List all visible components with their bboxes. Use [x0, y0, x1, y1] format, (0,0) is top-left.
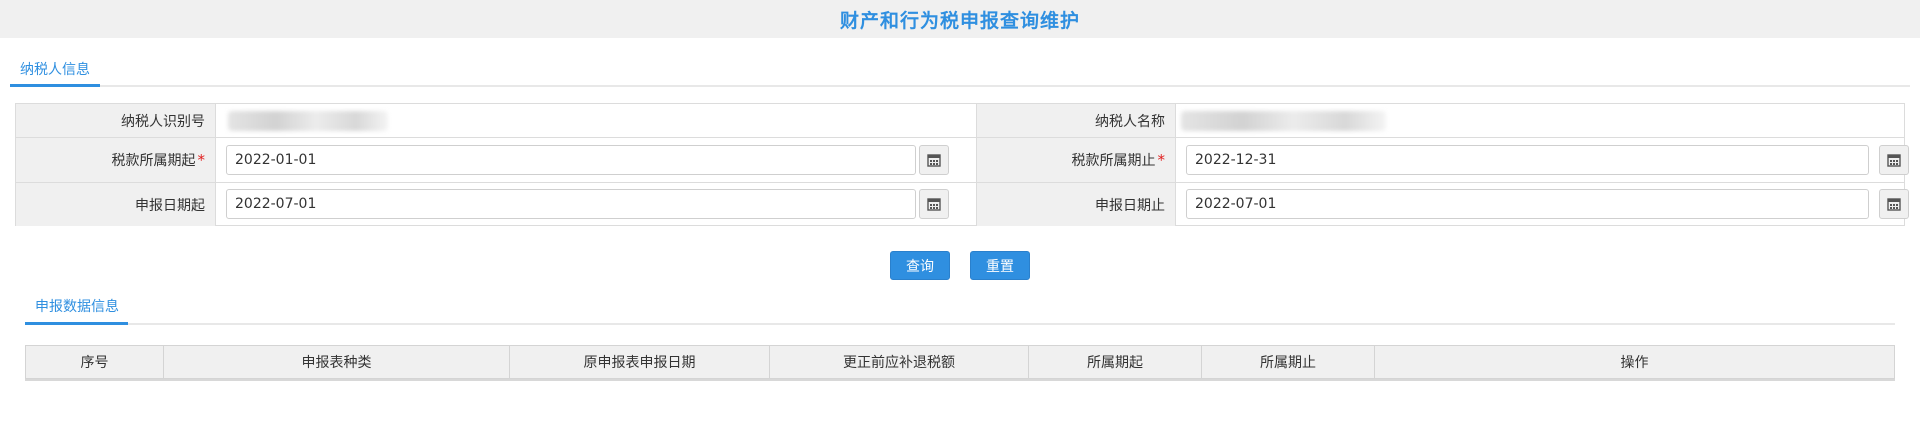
query-button[interactable]: 查询 — [890, 251, 950, 280]
required-mark: * — [1157, 151, 1166, 169]
form-row-period: 税款所属期起* 税款所属期止* — [16, 138, 1909, 183]
page-title: 财产和行为税申报查询维护 — [839, 9, 1080, 32]
calendar-icon — [1887, 154, 1901, 167]
declare-start-input[interactable] — [226, 189, 916, 219]
taxpayer-name-label: 纳税人名称 — [976, 104, 1176, 137]
period-end-calendar-button[interactable] — [1879, 145, 1909, 175]
required-mark: * — [197, 151, 206, 169]
column-header-pre-correction-amount[interactable]: 更正前应补退税额 — [770, 346, 1029, 378]
declare-end-input[interactable] — [1186, 189, 1869, 219]
form-row-taxpayer: 纳税人识别号 纳税人名称 — [16, 104, 1904, 138]
tab-active-indicator — [10, 84, 100, 87]
declare-data-table-header: 序号 申报表种类 原申报表申报日期 更正前应补退税额 所属期起 所属期止 操作 — [25, 345, 1895, 379]
column-header-period-end[interactable]: 所属期止 — [1202, 346, 1375, 378]
declare-end-label: 申报日期止 — [976, 183, 1176, 226]
calendar-icon — [1887, 198, 1901, 211]
declare-end-calendar-button[interactable] — [1879, 189, 1909, 219]
declare-start-label: 申报日期起 — [16, 183, 216, 226]
calendar-icon — [927, 154, 941, 167]
redacted-taxpayer-id — [228, 111, 388, 131]
tab-active-indicator — [25, 322, 128, 325]
declare-start-calendar-button[interactable] — [919, 189, 949, 219]
section-divider — [10, 85, 1910, 87]
calendar-icon — [927, 198, 941, 211]
period-start-input[interactable] — [226, 145, 916, 175]
reset-button[interactable]: 重置 — [970, 251, 1030, 280]
section-divider — [25, 323, 1895, 325]
query-form: 纳税人识别号 纳税人名称 税款所属期起* 税款所属期止* — [15, 103, 1909, 226]
taxpayer-id-label: 纳税人识别号 — [16, 104, 216, 137]
column-header-original-date[interactable]: 原申报表申报日期 — [510, 346, 770, 378]
tab-taxpayer-info[interactable]: 纳税人信息 — [20, 59, 90, 79]
tab-declare-data[interactable]: 申报数据信息 — [35, 296, 119, 316]
taxpayer-name-value — [1176, 104, 1904, 137]
page-title-bar: 财产和行为税申报查询维护 — [0, 0, 1920, 38]
column-header-form-type[interactable]: 申报表种类 — [164, 346, 510, 378]
column-header-index[interactable]: 序号 — [26, 346, 164, 378]
form-row-declare-date: 申报日期起 申报日期止 — [16, 183, 1909, 226]
column-header-period-start[interactable]: 所属期起 — [1029, 346, 1202, 378]
redacted-taxpayer-name — [1181, 111, 1386, 131]
column-header-actions[interactable]: 操作 — [1375, 346, 1894, 378]
table-bottom-border — [25, 379, 1895, 381]
period-end-label: 税款所属期止 * — [976, 138, 1176, 182]
period-end-input[interactable] — [1186, 145, 1869, 175]
period-start-calendar-button[interactable] — [919, 145, 949, 175]
taxpayer-id-value — [216, 104, 976, 137]
period-start-label: 税款所属期起 * — [16, 138, 216, 182]
